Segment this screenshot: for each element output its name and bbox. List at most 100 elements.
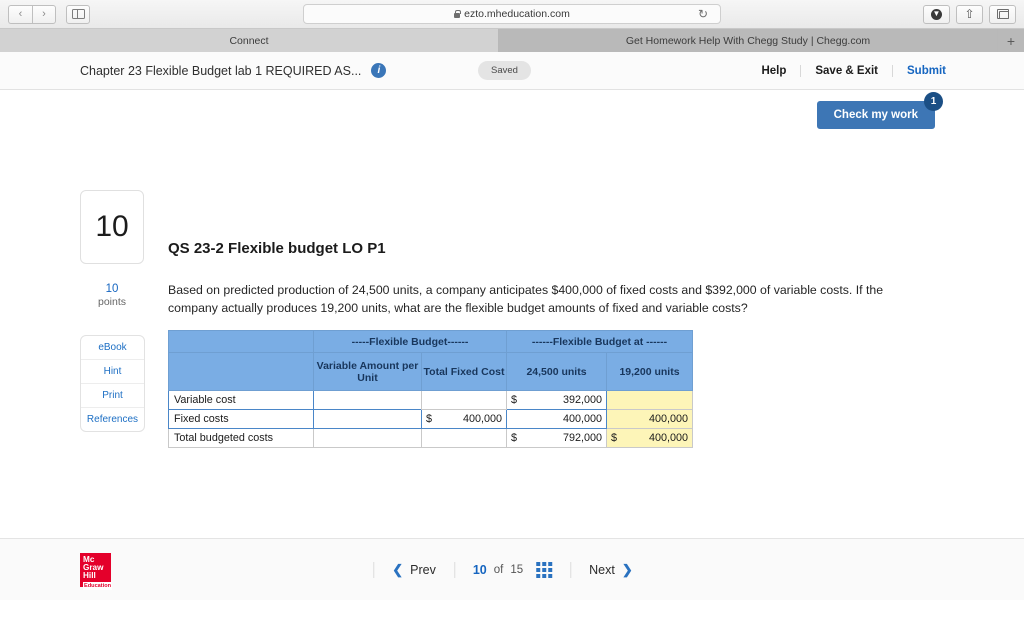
cell-value: 400,000 [462,413,502,425]
ebook-link[interactable]: eBook [81,336,144,360]
lock-icon [454,9,461,18]
reload-icon[interactable]: ↻ [698,7,708,21]
column-header-blank [168,352,314,391]
sidebar-toggle-button[interactable] [66,4,90,24]
info-icon[interactable]: i [371,63,387,78]
cell-value: 392,000 [562,394,602,406]
plus-icon: + [1006,32,1016,49]
column-header-total-fixed-cost: Total Fixed Cost [421,352,507,391]
cell-variable-cost-total-fixed[interactable] [421,390,507,410]
print-link[interactable]: Print [81,384,144,408]
browser-chrome: ‹ › ezto.mheducation.com ↻ ▼ ⇧ Connect G… [0,0,1024,52]
resource-links-panel: eBook Hint Print References [80,335,145,432]
cell-fixed-costs-total-fixed[interactable]: $ 400,000 [421,409,507,429]
cell-value: 400,000 [648,432,688,444]
group-header-flexible-budget: -----Flexible Budget------ [313,330,507,353]
currency-symbol: $ [511,394,518,406]
group-header-flexible-budget-at: ------Flexible Budget at ------ [506,330,693,353]
download-icon: ▼ [931,8,942,20]
browser-toolbar: ‹ › ezto.mheducation.com ↻ ▼ ⇧ [0,0,1024,29]
currency-symbol: $ [426,413,433,425]
current-page: 10 [472,562,487,577]
show-tabs-icon [996,9,1009,19]
input-variable-cost-19200[interactable] [606,390,693,410]
row-label-fixed-costs: Fixed costs [168,409,314,429]
question-title: QS 23-2 Flexible budget LO P1 [168,240,386,257]
cell-value: 400,000 [648,413,688,425]
points-value: 10 [105,283,119,295]
show-tabs-button[interactable] [989,4,1016,24]
cell-value: 400,000 [562,413,602,425]
column-header-variable-amount-per-unit: Variable Amount per Unit [313,352,422,391]
prev-button[interactable]: ❮ Prev [373,561,455,578]
url-text: ezto.mheducation.com [464,8,570,20]
cell-total-per-unit [313,428,422,448]
row-label-total-budgeted-costs: Total budgeted costs [168,428,314,448]
check-my-work-button[interactable]: Check my work [816,101,935,129]
pagination: ❮ Prev 10 of 15 Next ❯ [373,561,651,578]
table-column-header-row: Variable Amount per Unit Total Fixed Cos… [168,352,693,391]
sidebar-toggle-icon [71,9,85,19]
cell-value: 792,000 [562,432,602,444]
check-my-work-wrapper: Check my work 1 [816,92,943,129]
browser-tab-chegg[interactable]: Get Homework Help With Chegg Study | Che… [499,29,998,52]
page-indicator: 10 of 15 [455,561,572,578]
table-row: Variable cost $ 392,000 [168,390,693,410]
input-variable-cost-per-unit[interactable] [313,390,422,410]
header-actions: Help Save & Exit Submit [747,64,946,77]
next-button[interactable]: Next ❯ [571,562,651,578]
share-button[interactable]: ⇧ [956,4,983,24]
flexible-budget-table: -----Flexible Budget------ ------Flexibl… [168,330,693,448]
group-header-blank [168,330,314,353]
chevron-left-icon: ❮ [392,561,404,577]
table-row: Total budgeted costs $ 792,000 $ 400,000 [168,428,693,448]
save-and-exit-button[interactable]: Save & Exit [801,64,894,77]
next-label: Next [589,562,615,577]
mcgraw-hill-logo: Mc Graw Hill Education [80,552,113,591]
app-header: Chapter 23 Flexible Budget lab 1 REQUIRE… [0,52,1024,90]
new-tab-button[interactable]: + [998,29,1024,52]
browser-tab-label: Connect [229,34,269,47]
points-word: points [97,296,127,308]
currency-symbol: $ [511,432,518,444]
browser-tab-connect[interactable]: Connect [0,29,499,52]
help-button[interactable]: Help [747,64,802,77]
cell-total-24500: $ 792,000 [506,428,607,448]
footer-bar: Mc Graw Hill Education ❮ Prev 10 of 15 N… [0,538,1024,600]
prev-label: Prev [410,562,436,577]
column-header-units-19200: 19,200 units [606,352,693,391]
share-icon: ⇧ [964,7,975,21]
currency-symbol: $ [611,432,618,444]
browser-tab-strip: Connect Get Homework Help With Chegg Stu… [0,29,1024,52]
input-fixed-costs-per-unit[interactable] [313,409,422,429]
cell-variable-cost-24500[interactable]: $ 392,000 [506,390,607,410]
input-fixed-costs-19200[interactable]: 400,000 [606,409,693,429]
total-pages: 15 [510,563,524,576]
nav-button-group: ‹ › [8,4,90,24]
question-number-box: 10 [80,190,144,264]
grid-view-icon[interactable] [536,561,553,578]
downloads-button[interactable]: ▼ [923,4,950,24]
logo-line-4: Education [83,581,113,591]
references-link[interactable]: References [81,408,144,431]
chevron-right-icon: ❯ [621,561,633,577]
browser-tab-label: Get Homework Help With Chegg Study | Che… [625,34,871,47]
back-button[interactable]: ‹ [8,4,32,24]
hint-link[interactable]: Hint [81,360,144,384]
content-area: Check my work 1 10 10 points eBook Hint … [0,90,1024,600]
logo-line-3: Hill [83,571,96,581]
table-group-header-row: -----Flexible Budget------ ------Flexibl… [168,330,693,353]
cell-fixed-costs-24500[interactable]: 400,000 [506,409,607,429]
toolbar-right-icons: ▼ ⇧ [923,4,1016,24]
points-label-group: 10 points [80,283,144,308]
column-header-units-24500: 24,500 units [506,352,607,391]
table-row: Fixed costs $ 400,000 400,000 400,000 [168,409,693,429]
submit-button[interactable]: Submit [893,65,946,77]
forward-button[interactable]: › [32,4,56,24]
row-label-variable-cost: Variable cost [168,390,314,410]
address-bar[interactable]: ezto.mheducation.com ↻ [303,4,721,24]
of-label: of [493,563,504,576]
cell-total-19200: $ 400,000 [606,428,693,448]
page-title: Chapter 23 Flexible Budget lab 1 REQUIRE… [80,63,362,78]
check-my-work-badge: 1 [924,92,943,111]
